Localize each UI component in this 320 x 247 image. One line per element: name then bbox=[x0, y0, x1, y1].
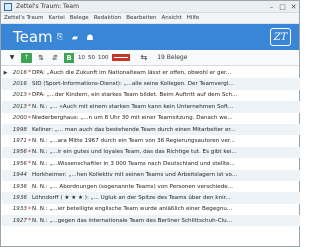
record-count: 19 Belege bbox=[157, 54, 188, 61]
row-year: 2013 bbox=[12, 103, 27, 110]
app-logo: ZT bbox=[270, 28, 291, 46]
copy-icon[interactable]: ⎘ bbox=[55, 32, 65, 42]
menu-kartei[interactable]: Kartei bbox=[49, 15, 65, 21]
row-text: N. N.: „...ara Mitte 1967 durch ein Team… bbox=[32, 138, 235, 145]
row-year: 1971 bbox=[12, 138, 27, 145]
menu-hilfe[interactable]: Hilfe bbox=[187, 15, 200, 21]
list-item[interactable]: 1927 * N. N.: „...gegen das internationa… bbox=[2, 215, 300, 227]
row-text: SID (Sport-Informations-Dienst): „...all… bbox=[32, 81, 234, 88]
menu-belege[interactable]: Belege bbox=[70, 15, 89, 21]
row-text: DPA: „Auch die Zukunft im Nationalteam l… bbox=[32, 69, 232, 76]
row-text: N. N.: „...ir ein gutes und loyales Team… bbox=[32, 149, 237, 156]
folder-icon[interactable]: ▰ bbox=[70, 32, 80, 42]
page-title: Team bbox=[13, 28, 53, 46]
window-title: Zettel's Traum: Team bbox=[16, 3, 79, 10]
list-item[interactable]: 1956 * N. N.: „...ir ein gutes und loyal… bbox=[2, 146, 300, 159]
page-header: Team ⎘ ▰ ☗ ZT bbox=[1, 24, 299, 50]
row-text: N. N.: „...gegen das internationale Team… bbox=[32, 217, 233, 224]
row-year: 2000 bbox=[12, 115, 27, 122]
row-marker: ▶ bbox=[3, 69, 8, 76]
limit-10[interactable]: 10 bbox=[78, 55, 85, 61]
close-button[interactable]: ✕ bbox=[288, 1, 299, 12]
row-year: 1998 bbox=[12, 126, 27, 133]
list-item[interactable]: 1944 Horkheimer: „...hen Kollektiv mit s… bbox=[2, 169, 300, 181]
limit-50[interactable]: 50 bbox=[88, 55, 95, 61]
menu-zettels-traum[interactable]: Zettel's Traum bbox=[4, 15, 44, 21]
red-flag-icon[interactable] bbox=[111, 54, 130, 61]
row-text: N. N.: „...ier beteiligte englische Team… bbox=[32, 206, 233, 213]
sort-icon[interactable]: ⇅ bbox=[36, 53, 46, 63]
menu-ansicht[interactable]: Ansicht bbox=[161, 15, 181, 21]
columns-icon[interactable]: ⇆ bbox=[141, 53, 148, 62]
list-item[interactable]: 1971 * N. N.: „...ara Mitte 1967 durch e… bbox=[2, 135, 300, 146]
add-button[interactable]: ↑ bbox=[21, 52, 32, 63]
row-text: Löhndorff ( ★ ★ ★ ): „... Ugluk an der S… bbox=[32, 194, 231, 201]
row-year: 1927 bbox=[12, 217, 27, 224]
list-item[interactable]: 2016 SID (Sport-Informations-Dienst): „.… bbox=[2, 78, 300, 90]
row-text: Horkheimer: „...hen Kollektiv mit seinen… bbox=[32, 172, 238, 179]
list-item[interactable]: 1936 Löhndorff ( ★ ★ ★ ): „... Ugluk an … bbox=[2, 192, 300, 204]
list-item[interactable]: 2013 * N. N.: „... «Auch mit einem stark… bbox=[2, 101, 300, 113]
row-text: DPA: „...der Kindern, ein starkes Team b… bbox=[32, 92, 238, 99]
list-item[interactable]: 2000 * Niederberghaus: „...n um 8 Uhr 30… bbox=[2, 113, 300, 124]
row-year: 1933 bbox=[12, 206, 27, 213]
app-window: Zettel's Traum: Team – □ ✕ Zettel's Trau… bbox=[0, 0, 300, 247]
row-year: 1936 bbox=[12, 194, 27, 201]
list-item[interactable]: ▶ 2016 * DPA: „Auch die Zukunft im Natio… bbox=[2, 67, 300, 78]
row-year: 1936 bbox=[12, 183, 27, 190]
row-year: 2013 bbox=[12, 92, 27, 99]
row-year: 2016 bbox=[12, 69, 27, 76]
list-item[interactable]: 1936 N. N.: „... Abordnungen (sogenannte… bbox=[2, 181, 300, 192]
menu-bar: Zettel's Traum Kartei Belege Redaktion B… bbox=[1, 13, 299, 24]
row-year: 1956 bbox=[12, 149, 27, 156]
sort-alpha-icon[interactable]: ⇵ bbox=[50, 53, 60, 63]
row-text: N. N.: „... «Auch mit einem starken Team… bbox=[32, 103, 234, 110]
result-list: ▶ 2016 * DPA: „Auch die Zukunft im Natio… bbox=[2, 67, 300, 227]
row-text: Niederberghaus: „...n um 8 Uhr 30 mit ei… bbox=[32, 115, 233, 122]
row-text: N. N.: „... Abordnungen (sogenannte Team… bbox=[32, 183, 234, 190]
row-year: 1956 bbox=[12, 160, 27, 167]
list-item[interactable]: 2013 * DPA: „...der Kindern, ein starkes… bbox=[2, 90, 300, 101]
toolbar: ▼ ↑ ⇅ ⇵ B 10 50 100 ⇆ 19 Belege bbox=[1, 50, 299, 66]
app-icon bbox=[4, 2, 12, 11]
bold-toggle[interactable]: B bbox=[64, 52, 74, 63]
list-item[interactable]: 1933 * N. N.: „...ier beteiligte englisc… bbox=[2, 204, 300, 215]
title-bar: Zettel's Traum: Team – □ ✕ bbox=[1, 1, 299, 13]
row-text: N. N.: „...Wissenschaftler in 3 000 Team… bbox=[32, 160, 235, 167]
minimize-button[interactable]: – bbox=[266, 1, 277, 12]
row-text: Kellner: „... man auch das bestehende Te… bbox=[32, 126, 236, 133]
people-icon[interactable]: ☗ bbox=[85, 32, 95, 42]
list-item[interactable]: 1998 Kellner: „... man auch das bestehen… bbox=[2, 123, 300, 136]
maximize-button[interactable]: □ bbox=[277, 1, 288, 12]
menu-bearbeiten[interactable]: Bearbeiten bbox=[126, 15, 156, 21]
row-year: 1944 bbox=[12, 172, 27, 179]
limit-100[interactable]: 100 bbox=[98, 55, 109, 61]
filter-icon[interactable]: ▼ bbox=[7, 53, 17, 63]
row-year: 2016 bbox=[12, 81, 27, 88]
list-item[interactable]: 1956 * N. N.: „...Wissenschaftler in 3 0… bbox=[2, 158, 300, 169]
menu-redaktion[interactable]: Redaktion bbox=[94, 15, 122, 21]
